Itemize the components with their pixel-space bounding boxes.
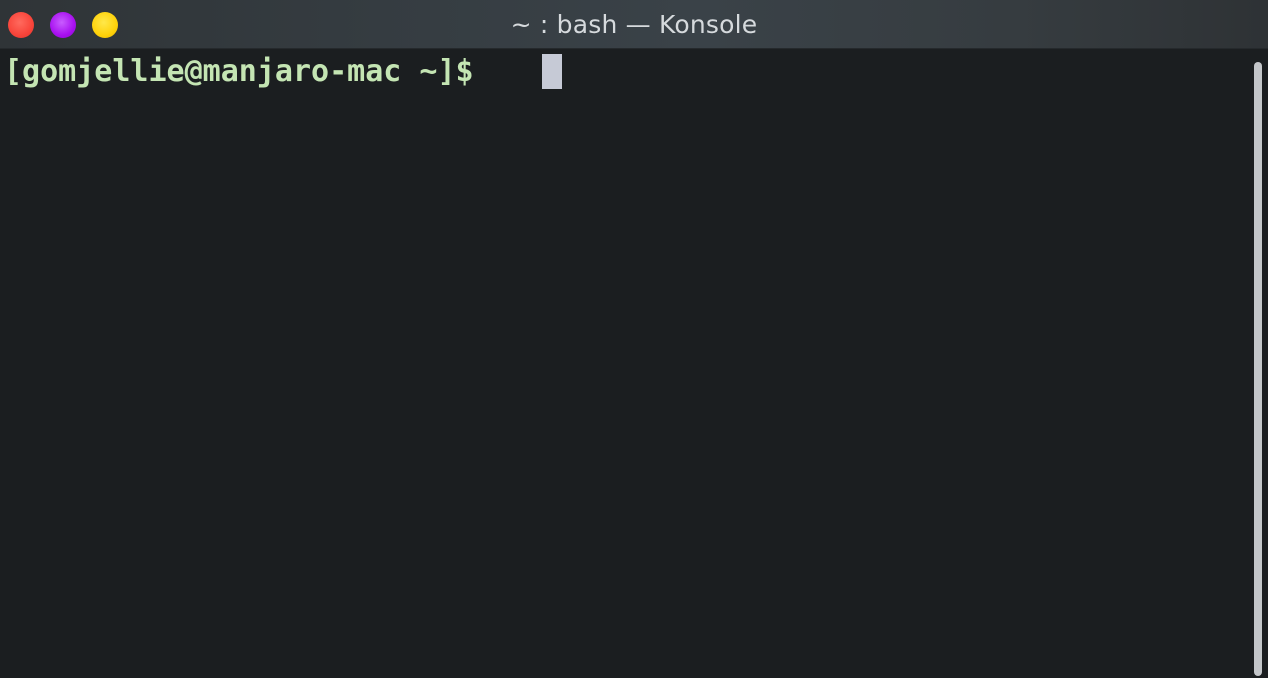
title-bar[interactable]: ~ : bash — Konsole [0, 0, 1268, 49]
text-cursor [542, 54, 562, 89]
shell-prompt: [gomjellie@manjaro-mac ~]$ [4, 54, 492, 89]
window-title: ~ : bash — Konsole [510, 10, 758, 39]
konsole-window: ~ : bash — Konsole [gomjellie@manjaro-ma… [0, 0, 1268, 678]
terminal-area[interactable]: [gomjellie@manjaro-mac ~]$ [0, 49, 1268, 678]
vertical-scrollbar[interactable] [1254, 62, 1262, 676]
